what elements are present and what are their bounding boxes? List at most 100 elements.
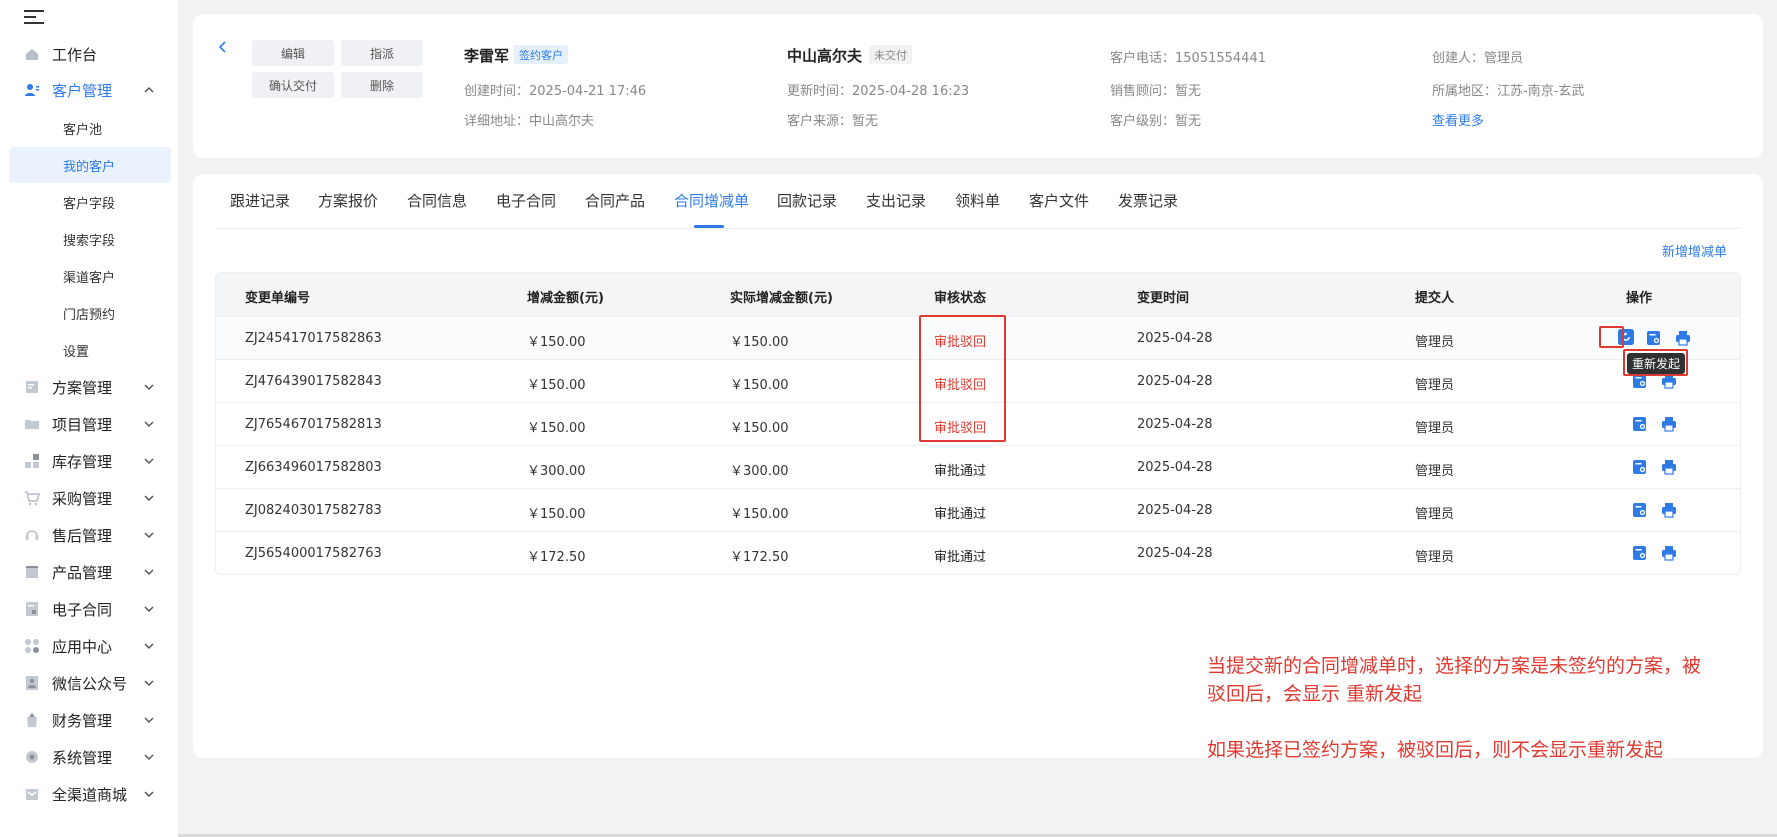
sidebar-item-system-management[interactable]: 系统管理 [0, 743, 178, 771]
sidebar-item-customer-fields[interactable]: 客户字段 [9, 184, 171, 220]
sidebar-item-label: 工作台 [52, 45, 98, 64]
status-text: 审批通过 [934, 464, 987, 479]
view-detail-icon[interactable] [1632, 502, 1648, 518]
sidebar-item-label: 库存管理 [52, 452, 113, 471]
product-icon [24, 564, 40, 580]
tab-follow-up[interactable]: 跟进记录 [230, 190, 290, 230]
sidebar-item-settings[interactable]: 设置 [9, 332, 171, 368]
print-icon[interactable] [1675, 330, 1691, 346]
print-icon[interactable] [1661, 545, 1677, 561]
print-icon[interactable] [1661, 502, 1677, 518]
sidebar-item-label: 系统管理 [52, 748, 113, 767]
tab-payment-records[interactable]: 回款记录 [777, 190, 837, 230]
tab-customer-files[interactable]: 客户文件 [1029, 190, 1089, 230]
print-icon[interactable] [1661, 459, 1677, 475]
delete-button[interactable]: 删除 [341, 72, 423, 98]
actual-amount: ￥150.00 [730, 378, 789, 393]
annotation-note-1: 当提交新的合同增减单时，选择的方案是未签约的方案，被 [1207, 655, 1702, 677]
tab-invoice-records[interactable]: 发票记录 [1118, 190, 1178, 230]
sidebar-item-project-management[interactable]: 项目管理 [0, 410, 178, 438]
region: 所属地区：江苏-南京-玄武 [1432, 84, 1585, 99]
view-detail-icon[interactable] [1632, 459, 1648, 475]
view-detail-icon[interactable] [1632, 545, 1648, 561]
sidebar-item-channel-customers[interactable]: 渠道客户 [9, 258, 171, 294]
home-icon [24, 46, 40, 62]
chevron-down-icon [144, 569, 154, 576]
annotation-note-3: 如果选择已签约方案，被驳回后，则不会显示重新发起 [1207, 739, 1664, 761]
plan-icon [24, 379, 40, 395]
tab-contract-change-orders[interactable]: 合同增减单 [674, 190, 749, 230]
headset-icon [24, 527, 40, 543]
tab-contract-products[interactable]: 合同产品 [585, 190, 645, 230]
tab-e-contract[interactable]: 电子合同 [496, 190, 556, 230]
chevron-down-icon [144, 421, 154, 428]
sidebar-item-my-customers[interactable]: 我的客户 [9, 147, 171, 183]
chevron-down-icon [144, 717, 154, 724]
menu-fold-icon[interactable] [24, 10, 44, 26]
submitter: 管理员 [1415, 507, 1455, 522]
chevron-down-icon [144, 495, 154, 502]
change-time: 2025-04-28 [1137, 374, 1213, 389]
table-header: 变更单编号 增减金额(元) 实际增减金额(元) 审核状态 变更时间 提交人 操作 [216, 273, 1740, 316]
sidebar-item-customer-management[interactable]: 客户管理 [0, 76, 178, 104]
sidebar-item-product-management[interactable]: 产品管理 [0, 558, 178, 586]
confirm-delivery-button[interactable]: 确认交付 [252, 72, 334, 98]
sidebar-item-workbench[interactable]: 工作台 [0, 40, 178, 68]
mall-icon [24, 786, 40, 802]
change-time: 2025-04-28 [1137, 546, 1213, 561]
restart-tooltip: 重新发起 [1627, 353, 1686, 374]
customer-source: 客户来源：暂无 [787, 114, 879, 129]
view-detail-icon[interactable] [1632, 416, 1648, 432]
sidebar-item-plan-management[interactable]: 方案管理 [0, 373, 178, 401]
table-row: ZJ565400017582763 ￥172.50 ￥172.50 审批通过 2… [216, 531, 1740, 574]
edit-button[interactable]: 编辑 [252, 40, 334, 66]
view-more-link[interactable]: 查看更多 [1432, 110, 1484, 129]
sidebar-item-app-center[interactable]: 应用中心 [0, 632, 178, 660]
change-order-id: ZJ663496017582803 [245, 460, 382, 475]
add-change-order-button[interactable]: 新增增减单 [1662, 241, 1727, 260]
change-time: 2025-04-28 [1137, 460, 1213, 475]
sidebar-item-after-sales-management[interactable]: 售后管理 [0, 521, 178, 549]
chevron-down-icon [144, 643, 154, 650]
sidebar-item-search-fields[interactable]: 搜索字段 [9, 221, 171, 257]
tab-quotation[interactable]: 方案报价 [318, 190, 378, 230]
assign-button[interactable]: 指派 [341, 40, 423, 66]
change-amount: ￥172.50 [527, 550, 586, 565]
chevron-down-icon [144, 754, 154, 761]
sidebar-item-wechat-official[interactable]: 微信公众号 [0, 669, 178, 697]
column-header: 操作 [1626, 291, 1653, 306]
tabs-divider [215, 228, 1741, 229]
sidebar: 工作台 客户管理 客户池 我的客户 客户字段 搜索字段 渠道客户 门店预约 设置… [0, 0, 178, 837]
folder-icon [24, 416, 40, 432]
sidebar-item-finance-management[interactable]: 财务管理 [0, 706, 178, 734]
change-amount: ￥150.00 [527, 421, 586, 436]
tab-expense-records[interactable]: 支出记录 [866, 190, 926, 230]
sidebar-item-customer-pool[interactable]: 客户池 [9, 110, 171, 146]
submitter: 管理员 [1415, 335, 1455, 350]
view-detail-icon[interactable] [1646, 330, 1662, 346]
sidebar-item-store-appointments[interactable]: 门店预约 [9, 295, 171, 331]
column-header: 变更单编号 [245, 291, 311, 306]
actual-amount: ￥150.00 [730, 421, 789, 436]
actual-amount: ￥150.00 [730, 507, 789, 522]
change-time: 2025-04-28 [1137, 503, 1213, 518]
sidebar-item-label: 全渠道商城 [52, 785, 128, 804]
tab-material-requisition[interactable]: 领料单 [955, 190, 1000, 230]
customer-phone: 客户电话：15051554441 [1110, 51, 1266, 66]
change-order-id: ZJ565400017582763 [245, 546, 382, 561]
project-name: 中山高尔夫 [787, 47, 863, 65]
change-time: 2025-04-28 [1137, 417, 1213, 432]
sidebar-item-omnichannel-mall[interactable]: 全渠道商城 [0, 780, 178, 808]
back-arrow-icon[interactable] [218, 40, 228, 54]
print-icon[interactable] [1661, 416, 1677, 432]
sidebar-item-label: 客户管理 [52, 81, 113, 100]
sales-advisor: 销售顾问：暂无 [1110, 84, 1202, 99]
sidebar-item-e-contract[interactable]: 电子合同 [0, 595, 178, 623]
customer-status-badge: 签约客户 [514, 45, 568, 64]
sidebar-item-purchase-management[interactable]: 采购管理 [0, 484, 178, 512]
tab-contract-info[interactable]: 合同信息 [407, 190, 467, 230]
change-time: 2025-04-28 [1137, 331, 1213, 346]
column-header: 审核状态 [934, 291, 987, 306]
sidebar-item-inventory-management[interactable]: 库存管理 [0, 447, 178, 475]
chevron-down-icon [144, 680, 154, 687]
